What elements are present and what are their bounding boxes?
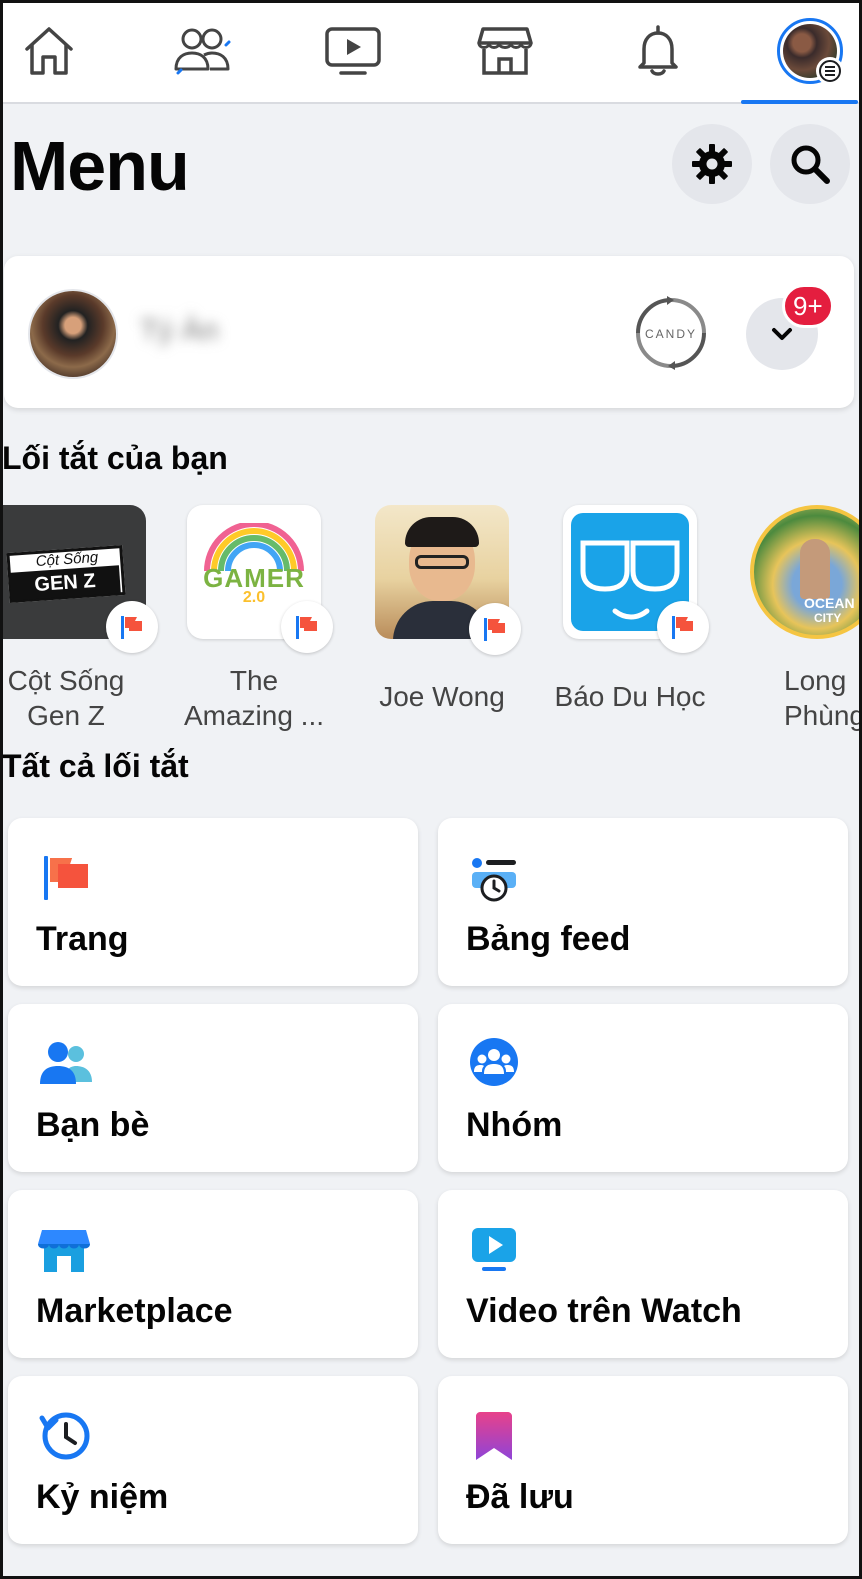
page-flag-badge — [469, 603, 521, 655]
tile-label: Marketplace — [36, 1292, 233, 1330]
tile-label: Video trên Watch — [466, 1292, 742, 1330]
shortcut-label: Long Phùng — [784, 665, 862, 731]
shortcut-label: Báo Du Học — [554, 681, 706, 712]
pages-flag-icon — [44, 856, 88, 900]
tile-friends[interactable]: Bạn bè — [8, 1004, 418, 1172]
shortcut-thumbnail — [563, 505, 709, 653]
watch-video-icon — [472, 1228, 516, 1271]
shortcut-item[interactable]: Báo Du Học — [550, 505, 710, 714]
shortcut-item[interactable]: OCEAN CITY Long Phùng — [738, 505, 862, 733]
groups-icon — [470, 1038, 518, 1086]
shortcut-label: Cột Sống Gen Z — [7, 665, 125, 731]
shortcut-item[interactable]: Cột Sống GEN Z Cột Sống Gen Z — [0, 505, 158, 733]
tile-label: Bảng feed — [466, 920, 631, 958]
profile-card[interactable]: Tý Àn — [4, 256, 854, 408]
tile-label: Nhóm — [466, 1106, 563, 1144]
marketplace-store-icon — [38, 1230, 90, 1272]
tile-memories[interactable]: Kỷ niệm — [8, 1376, 418, 1544]
nav-notifications-tab[interactable] — [598, 0, 718, 102]
home-icon — [25, 27, 73, 75]
profile-name[interactable]: Tý Àn — [140, 314, 218, 348]
nav-watch-tab[interactable] — [293, 0, 413, 102]
shortcut-label: The Amazing ... — [183, 665, 325, 731]
notification-count-badge: 9+ — [782, 284, 834, 328]
avatar[interactable] — [28, 289, 118, 379]
nav-marketplace-tab[interactable] — [445, 0, 565, 102]
friends-icon — [40, 1042, 92, 1084]
candy-logo-text: CANDY — [645, 327, 697, 341]
profile-avatar-small — [777, 18, 844, 85]
feed-clock-icon — [472, 858, 516, 902]
shortcut-thumbnail: Cột Sống GEN Z — [0, 505, 158, 653]
nav-friends-tab[interactable] — [142, 0, 262, 102]
tile-groups[interactable]: Nhóm — [438, 1004, 848, 1172]
tile-saved[interactable]: Đã lưu — [438, 1376, 848, 1544]
tile-label: Kỷ niệm — [36, 1478, 169, 1516]
bell-icon — [638, 25, 678, 76]
saved-bookmark-icon — [476, 1412, 512, 1460]
watch-video-icon — [325, 27, 381, 75]
active-tab-indicator — [741, 100, 858, 104]
page-flag-badge — [106, 601, 158, 653]
page-flag-badge — [657, 601, 709, 653]
nav-home-tab[interactable] — [0, 0, 109, 102]
friends-icon — [174, 28, 231, 75]
shortcuts-section-title: Lối tắt của bạn — [2, 440, 228, 476]
memories-clock-icon — [39, 1412, 90, 1460]
marketplace-store-icon — [477, 27, 533, 75]
shortcut-label: Joe Wong — [379, 681, 505, 712]
thumb-text: CITY — [814, 611, 842, 625]
flag-icon — [296, 616, 317, 639]
shortcut-thumbnail: OCEAN CITY — [750, 505, 862, 639]
tile-pages[interactable]: Trang — [8, 818, 418, 986]
candy-page-logo-icon[interactable]: CANDY — [634, 296, 708, 370]
page-flag-badge — [281, 601, 333, 653]
search-icon — [791, 145, 830, 184]
tile-label: Bạn bè — [36, 1106, 150, 1144]
page-title: Menu — [10, 127, 190, 205]
nav-menu-profile-tab[interactable] — [750, 0, 862, 102]
tile-watch[interactable]: Video trên Watch — [438, 1190, 848, 1358]
tile-feed[interactable]: Bảng feed — [438, 818, 848, 986]
menu-icon — [816, 57, 844, 85]
shortcut-item[interactable]: Joe Wong — [362, 505, 522, 714]
shortcut-thumbnail: GAMER 2.0 — [187, 505, 333, 653]
tile-label: Trang — [36, 920, 129, 958]
search-button[interactable] — [770, 124, 850, 204]
settings-button[interactable] — [672, 124, 752, 204]
all-shortcuts-section-title: Tất cả lối tắt — [2, 748, 189, 784]
thumb-text: OCEAN — [804, 595, 855, 611]
tile-label: Đã lưu — [466, 1478, 574, 1516]
shortcut-item[interactable]: GAMER 2.0 The Amazing ... — [174, 505, 334, 733]
flag-icon — [484, 618, 505, 641]
gear-icon — [692, 144, 732, 184]
flag-icon — [121, 616, 142, 639]
tile-marketplace[interactable]: Marketplace — [8, 1190, 418, 1358]
top-navigation-bar — [0, 0, 862, 104]
flag-icon — [672, 616, 693, 639]
